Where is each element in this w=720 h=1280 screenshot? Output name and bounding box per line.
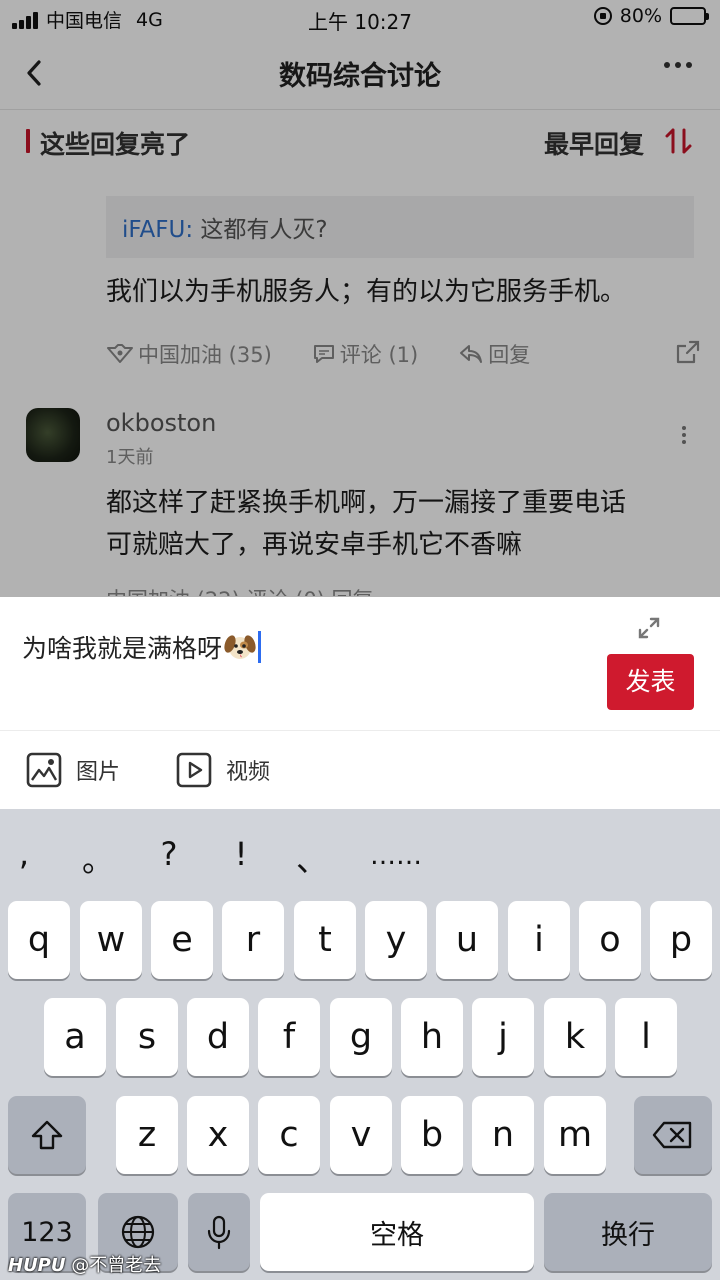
keyboard: , 。 ? ! 、 …… q w e r t y u i o p a s d f… — [0, 809, 720, 1280]
punct-key[interactable]: ? — [149, 835, 189, 873]
key-z[interactable]: z — [116, 1096, 178, 1174]
shift-key[interactable] — [8, 1096, 86, 1174]
key-n[interactable]: n — [472, 1096, 534, 1174]
key-e[interactable]: e — [151, 901, 213, 979]
key-x[interactable]: x — [187, 1096, 249, 1174]
video-icon — [176, 752, 212, 788]
reply-input-text: 为啥我就是满格呀 — [22, 634, 223, 663]
text-caret — [258, 631, 262, 663]
add-video-button[interactable]: 视频 — [176, 752, 270, 788]
key-u[interactable]: u — [436, 901, 498, 979]
key-h[interactable]: h — [401, 998, 463, 1076]
key-o[interactable]: o — [579, 901, 641, 979]
punctuation-bar: , 。 ? ! 、 …… — [0, 809, 720, 901]
key-t[interactable]: t — [294, 901, 356, 979]
watermark-brand: HUPU — [8, 1255, 66, 1276]
key-j[interactable]: j — [472, 998, 534, 1076]
punct-key[interactable]: , — [4, 835, 44, 873]
key-y[interactable]: y — [365, 901, 427, 979]
key-m[interactable]: m — [544, 1096, 606, 1174]
return-key[interactable]: 换行 — [544, 1193, 712, 1271]
punct-key[interactable]: …… — [366, 841, 426, 871]
key-k[interactable]: k — [544, 998, 606, 1076]
backspace-icon — [652, 1121, 692, 1149]
image-label: 图片 — [76, 760, 121, 785]
key-i[interactable]: i — [508, 901, 570, 979]
key-q[interactable]: q — [8, 901, 70, 979]
video-label: 视频 — [226, 760, 271, 785]
expand-icon[interactable] — [636, 615, 662, 641]
key-f[interactable]: f — [258, 998, 320, 1076]
key-b[interactable]: b — [401, 1096, 463, 1174]
key-w[interactable]: w — [80, 901, 142, 979]
image-icon — [26, 752, 62, 788]
key-a[interactable]: a — [44, 998, 106, 1076]
microphone-icon — [207, 1215, 231, 1250]
key-p[interactable]: p — [650, 901, 712, 979]
key-d[interactable]: d — [187, 998, 249, 1076]
key-r[interactable]: r — [222, 901, 284, 979]
watermark-handle: @不曾老去 — [71, 1255, 162, 1276]
shift-icon — [31, 1120, 63, 1150]
key-c[interactable]: c — [258, 1096, 320, 1174]
dog-face-emoji — [224, 632, 256, 662]
backspace-key[interactable] — [634, 1096, 712, 1174]
globe-icon — [121, 1215, 155, 1249]
punct-key[interactable]: 、 — [292, 835, 332, 881]
space-key[interactable]: 空格 — [260, 1193, 534, 1271]
microphone-key[interactable] — [188, 1193, 250, 1271]
key-l[interactable]: l — [615, 998, 677, 1076]
add-image-button[interactable]: 图片 — [26, 752, 120, 788]
publish-button[interactable]: 发表 — [607, 654, 694, 710]
reply-input[interactable]: 为啥我就是满格呀 — [22, 629, 262, 665]
watermark: HUPU @不曾老去 — [8, 1251, 161, 1277]
reply-composer: 为啥我就是满格呀 发表 — [0, 597, 720, 731]
key-g[interactable]: g — [330, 998, 392, 1076]
media-toolbar: 图片 视频 — [0, 732, 720, 809]
punct-key[interactable]: ! — [221, 835, 261, 873]
key-v[interactable]: v — [330, 1096, 392, 1174]
dim-overlay[interactable] — [0, 0, 720, 597]
key-s[interactable]: s — [116, 998, 178, 1076]
punct-key[interactable]: 。 — [78, 835, 118, 881]
